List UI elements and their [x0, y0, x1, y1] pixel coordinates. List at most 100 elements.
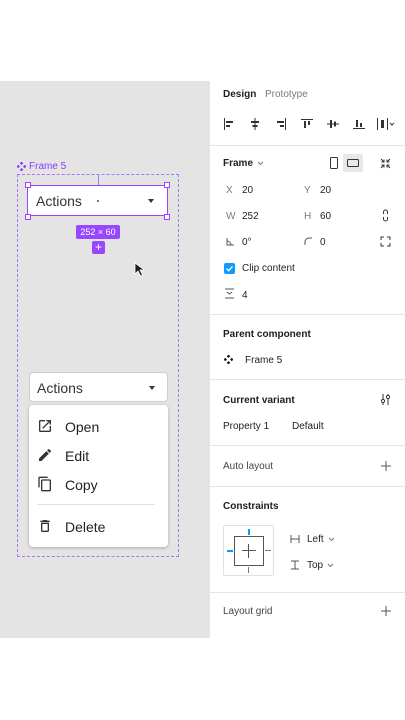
constraint-bottom[interactable]: [248, 567, 249, 573]
selection-guide: [98, 174, 99, 185]
copy-icon: [38, 476, 51, 492]
h-label: H: [304, 211, 312, 222]
menu-item-copy[interactable]: Copy: [29, 470, 168, 499]
actions-dropdown-button[interactable]: Actions: [29, 372, 168, 402]
vertical-constraint-select[interactable]: Top: [307, 560, 334, 571]
resize-handle-bottom-right[interactable]: [164, 214, 170, 220]
align-horizontal-center-icon[interactable]: [248, 117, 262, 131]
menu-item-open[interactable]: Open: [29, 412, 168, 441]
chevron-down-icon: [328, 537, 335, 542]
horizontal-constraint-icon: [290, 535, 300, 543]
constraint-center-vertical[interactable]: [248, 544, 249, 558]
width-input[interactable]: 252: [242, 211, 259, 222]
variant-property-value[interactable]: Default: [292, 421, 324, 432]
w-label: W: [226, 211, 236, 222]
adjust-variant-icon[interactable]: [380, 393, 391, 406]
spacing-input[interactable]: 4: [242, 290, 248, 301]
align-bottom-icon[interactable]: [352, 117, 366, 131]
resize-handle-bottom-left[interactable]: [25, 214, 31, 220]
align-vertical-center-icon[interactable]: [326, 117, 340, 131]
pencil-icon: [39, 448, 52, 461]
frame-label-text: Frame 5: [29, 161, 67, 172]
trash-icon: [40, 520, 50, 532]
separator: [210, 314, 405, 315]
y-input[interactable]: 20: [320, 185, 331, 196]
resize-handle-top-left[interactable]: [25, 182, 31, 188]
rotation-icon: [226, 238, 234, 246]
corner-radius-input[interactable]: 0: [320, 237, 326, 248]
parent-component-title: Parent component: [223, 329, 311, 340]
current-variant-title: Current variant: [223, 395, 295, 406]
layout-grid-title: Layout grid: [223, 606, 273, 617]
portrait-orientation-icon[interactable]: [330, 157, 338, 169]
constraints-inner-box: [234, 536, 264, 566]
component-icon: [17, 162, 26, 171]
y-label: Y: [304, 185, 311, 196]
tab-design[interactable]: Design: [223, 89, 256, 100]
design-canvas[interactable]: Frame 5 Actions 252 × 60 + Actions Open …: [0, 81, 210, 638]
x-input[interactable]: 20: [242, 185, 253, 196]
actions-menu: Open Edit Copy Delete: [29, 405, 168, 547]
constraint-right[interactable]: [265, 550, 271, 551]
align-top-icon[interactable]: [300, 117, 314, 131]
menu-item-delete[interactable]: Delete: [29, 512, 168, 541]
menu-item-edit[interactable]: Edit: [29, 441, 168, 470]
constraints-title: Constraints: [223, 501, 279, 512]
add-plus-button[interactable]: +: [92, 241, 105, 254]
align-left-icon[interactable]: [222, 117, 236, 131]
mouse-cursor-icon: [134, 262, 146, 277]
distribute-spacing-icon[interactable]: [376, 117, 396, 131]
dropdown-caret-icon: [148, 199, 154, 203]
constraint-left-active[interactable]: [227, 550, 233, 552]
separator: [210, 445, 405, 446]
clip-content-label: Clip content: [242, 263, 295, 274]
chevron-down-icon: [257, 161, 264, 166]
selected-actions-button[interactable]: Actions: [27, 185, 168, 216]
add-layout-grid-icon[interactable]: [381, 606, 391, 616]
tab-prototype[interactable]: Prototype: [265, 89, 308, 100]
add-auto-layout-icon[interactable]: [381, 461, 391, 471]
alignment-toolbar: [222, 117, 402, 131]
separator: [210, 145, 405, 146]
constrain-proportions-icon[interactable]: [382, 209, 389, 222]
height-input[interactable]: 60: [320, 211, 331, 222]
resize-to-fit-icon[interactable]: [380, 158, 391, 169]
menu-item-label: Open: [65, 418, 100, 435]
design-panel: Design Prototype Frame X 20 Y 20 W 252 H…: [210, 81, 405, 638]
rotation-input[interactable]: 0°: [242, 237, 252, 248]
separator: [210, 592, 405, 593]
menu-item-label: Edit: [65, 447, 90, 464]
clip-content-checkbox[interactable]: [224, 263, 235, 274]
frame-label[interactable]: Frame 5: [17, 161, 66, 172]
dimension-badge: 252 × 60: [76, 225, 120, 239]
align-right-icon[interactable]: [274, 117, 288, 131]
independent-corners-icon[interactable]: [380, 236, 391, 247]
parent-component-link[interactable]: Frame 5: [245, 355, 282, 366]
x-label: X: [226, 185, 233, 196]
variant-property-label: Property 1: [223, 421, 270, 432]
separator: [210, 486, 405, 487]
constraint-top-active[interactable]: [248, 529, 250, 535]
menu-item-label: Copy: [65, 476, 98, 493]
constraint-center-horizontal[interactable]: [242, 550, 256, 551]
resize-handle-top-right[interactable]: [164, 182, 170, 188]
chevron-down-icon: [327, 563, 334, 568]
vertical-constraint-value: Top: [307, 560, 324, 571]
open-in-new-icon: [39, 420, 51, 432]
constraints-widget[interactable]: [223, 525, 274, 576]
corner-radius-icon: [304, 237, 312, 245]
frame-section-title: Frame: [223, 158, 254, 169]
vertical-constraint-icon: [291, 560, 299, 570]
menu-item-label: Delete: [65, 518, 106, 535]
checkmark-icon: [226, 265, 234, 272]
landscape-orientation-icon: [347, 159, 359, 167]
frame-section-header[interactable]: Frame: [223, 158, 264, 169]
horizontal-constraint-select[interactable]: Left: [307, 534, 335, 545]
separator: [210, 379, 405, 380]
horizontal-constraint-value: Left: [307, 534, 324, 545]
selected-button-label: Actions: [36, 193, 82, 209]
actions-button-label: Actions: [37, 380, 83, 396]
landscape-orientation-button[interactable]: [343, 154, 363, 172]
dropdown-caret-icon: [149, 386, 155, 390]
spacing-icon: [225, 288, 234, 299]
